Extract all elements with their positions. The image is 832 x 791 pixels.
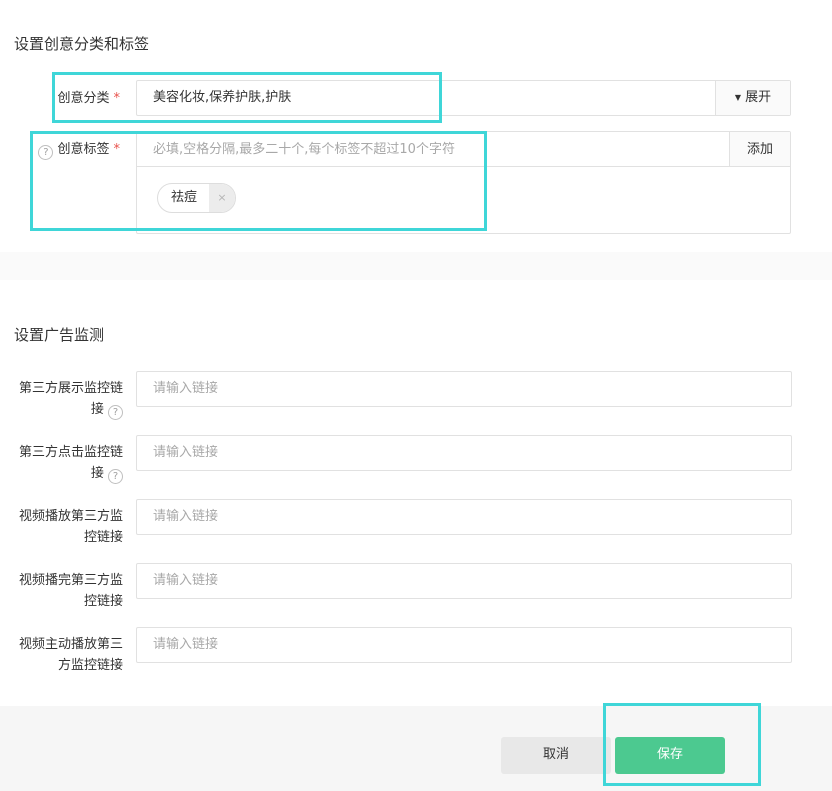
monitor-label-line1: 视频播放第三方监: [18, 509, 123, 524]
tags-field: 必填,空格分隔,最多二十个,每个标签不超过10个字符 添加 祛痘 ×: [136, 131, 791, 234]
required-mark: *: [113, 142, 121, 157]
monitor-label-line2: 方监控链接: [57, 658, 123, 673]
video-active-play-monitor-input[interactable]: 请输入链接: [136, 627, 792, 663]
impression-monitor-input[interactable]: 请输入链接: [136, 371, 792, 407]
section-title-category-tags: 设置创意分类和标签: [14, 35, 150, 53]
question-circle-icon[interactable]: ?: [108, 469, 123, 484]
monitor-label-line2: 接 ?: [0, 463, 123, 484]
monitor-label-line2: 控链接: [83, 530, 123, 545]
section-title-ad-monitoring: 设置广告监测: [14, 326, 105, 344]
monitor-label-line1: 视频播完第三方监: [18, 573, 123, 588]
monitor-label-line1: 视频主动播放第三: [18, 637, 123, 652]
category-value: 美容化妆,保养护肤,护肤: [153, 90, 292, 105]
tag-remove-icon[interactable]: ×: [209, 184, 235, 212]
cancel-button[interactable]: 取消: [501, 737, 611, 774]
input-placeholder: 请输入链接: [153, 573, 219, 588]
tags-input[interactable]: 必填,空格分隔,最多二十个,每个标签不超过10个字符: [137, 132, 729, 167]
monitor-label-video-complete: 视频播完第三方监 控链接: [0, 570, 123, 612]
monitor-label-video-play: 视频播放第三方监 控链接: [0, 506, 123, 548]
video-play-monitor-input[interactable]: 请输入链接: [136, 499, 792, 535]
input-placeholder: 请输入链接: [153, 445, 219, 460]
click-monitor-input[interactable]: 请输入链接: [136, 435, 792, 471]
category-label-text: 创意分类: [57, 91, 110, 106]
question-circle-icon[interactable]: ?: [108, 405, 123, 420]
input-placeholder: 请输入链接: [153, 637, 219, 652]
tags-label: ? 创意标签 *: [32, 139, 120, 160]
expand-button[interactable]: ▼ 展开: [715, 81, 790, 115]
tag-chip: 祛痘 ×: [157, 183, 236, 213]
monitor-label-impression: 第三方展示监控链 接 ?: [0, 378, 123, 420]
section-separator: [0, 252, 832, 280]
add-tag-button[interactable]: 添加: [729, 132, 790, 167]
category-label: 创意分类 *: [40, 88, 120, 109]
monitor-label-line2: 接 ?: [0, 399, 123, 420]
monitor-label-click: 第三方点击监控链 接 ?: [0, 442, 123, 484]
expand-button-label: 展开: [745, 90, 772, 105]
input-placeholder: 请输入链接: [153, 381, 219, 396]
input-placeholder: 请输入链接: [153, 509, 219, 524]
monitor-label-line2: 控链接: [83, 594, 123, 609]
video-complete-monitor-input[interactable]: 请输入链接: [136, 563, 792, 599]
tags-input-placeholder: 必填,空格分隔,最多二十个,每个标签不超过10个字符: [153, 142, 455, 157]
tags-label-text: 创意标签: [57, 142, 110, 157]
required-mark: *: [113, 91, 121, 106]
question-circle-icon[interactable]: ?: [38, 145, 54, 160]
monitor-label-video-active-play: 视频主动播放第三 方监控链接: [0, 634, 123, 676]
category-field[interactable]: 美容化妆,保养护肤,护肤 ▼ 展开: [136, 80, 791, 116]
save-button[interactable]: 保存: [615, 737, 725, 774]
monitor-label-line1: 第三方展示监控链: [18, 381, 123, 396]
tag-chip-text: 祛痘: [171, 190, 198, 205]
monitor-label-line1: 第三方点击监控链: [18, 445, 123, 460]
caret-down-icon: ▼: [734, 93, 741, 102]
